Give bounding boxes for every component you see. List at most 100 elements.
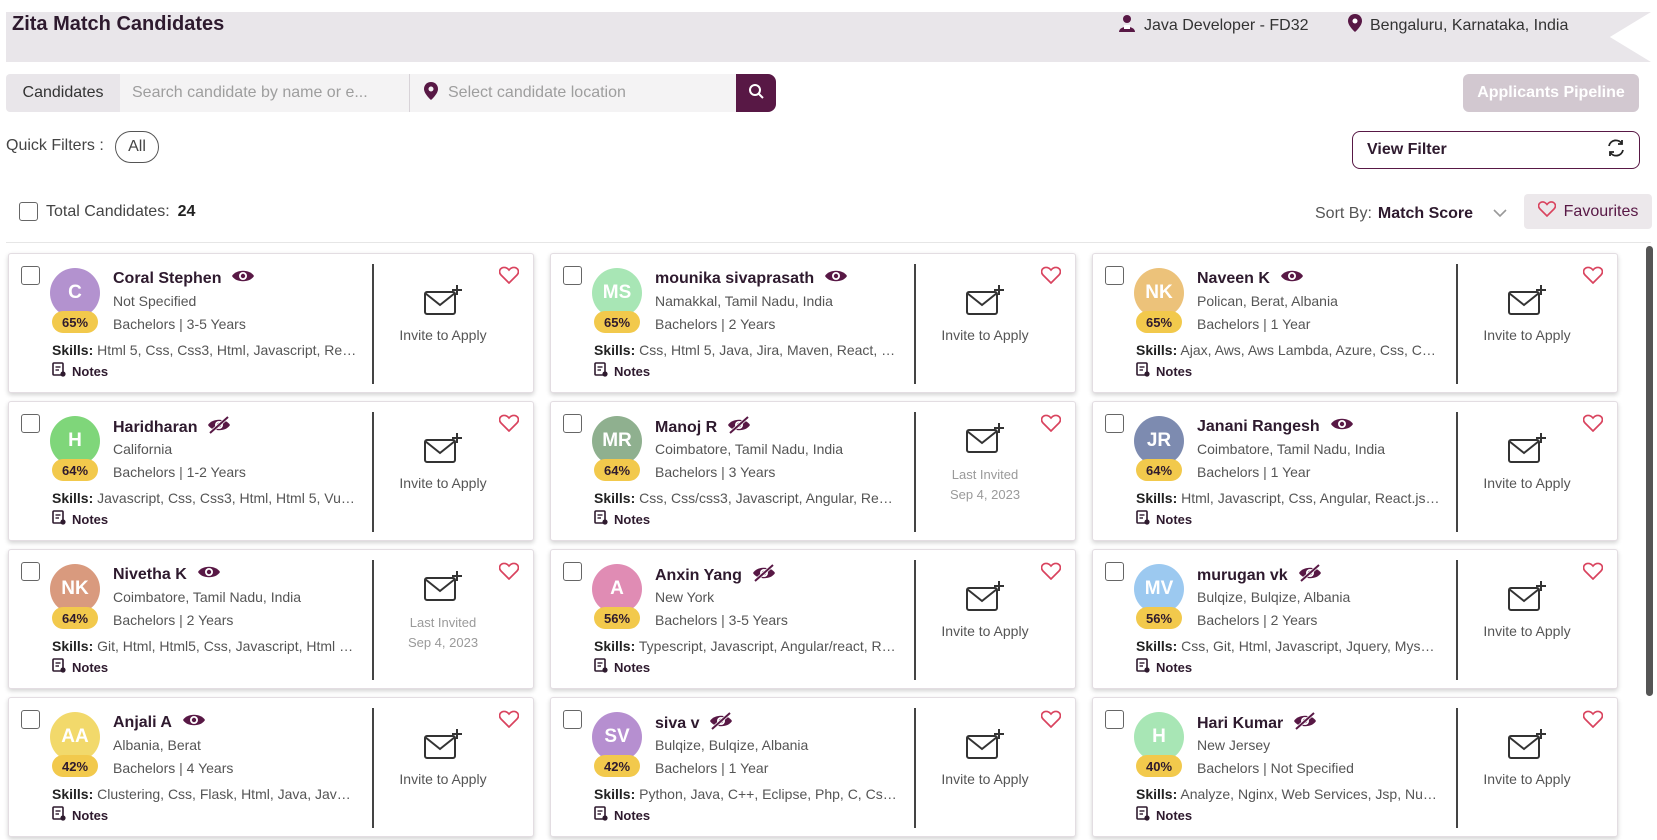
notes-label: Notes: [72, 659, 109, 675]
notes-link[interactable]: Notes: [594, 510, 650, 528]
candidate-checkbox[interactable]: [21, 266, 40, 285]
candidate-name-row: Haridharan: [113, 415, 231, 439]
favourite-heart-icon[interactable]: [1040, 414, 1062, 437]
favourite-heart-icon[interactable]: [1582, 266, 1604, 289]
candidate-checkbox[interactable]: [21, 414, 40, 433]
invite-to-apply-button[interactable]: Last Invited Sep 4, 2023: [915, 422, 1055, 505]
candidate-location: Coimbatore, Tamil Nadu, India: [113, 589, 302, 605]
chevron-down-icon: [1493, 205, 1507, 223]
notes-link[interactable]: Notes: [594, 806, 650, 824]
notes-link[interactable]: Notes: [594, 658, 650, 676]
invite-to-apply-button[interactable]: Invite to Apply: [373, 432, 513, 491]
invite-to-apply-button[interactable]: Invite to Apply: [915, 728, 1055, 787]
notes-link[interactable]: Notes: [1136, 510, 1192, 528]
scrollbar[interactable]: [1646, 246, 1653, 696]
candidate-checkbox[interactable]: [1105, 562, 1124, 581]
candidate-card[interactable]: NK 64% Nivetha K Coimbatore, Tamil Nadu, In…: [8, 549, 534, 689]
candidate-name[interactable]: murugan vk: [1197, 567, 1288, 585]
favourites-button[interactable]: Favourites: [1524, 194, 1652, 229]
candidate-card[interactable]: MV 56% murugan vk Bulqize, Bulqize, Albania…: [1092, 549, 1618, 689]
favourite-heart-icon[interactable]: [1582, 562, 1604, 585]
invite-to-apply-button[interactable]: Invite to Apply: [1457, 284, 1597, 343]
candidate-card[interactable]: H 40% Hari Kumar New Jersey Bachelors | Not …: [1092, 697, 1618, 837]
favourite-heart-icon[interactable]: [498, 562, 520, 585]
favourite-heart-icon[interactable]: [1582, 414, 1604, 437]
candidate-card[interactable]: AA 42% Anjali A Albania, Berat Bachelors | 4…: [8, 697, 534, 837]
favourite-heart-icon[interactable]: [498, 414, 520, 437]
candidate-search-input[interactable]: [120, 74, 410, 112]
notes-link[interactable]: Notes: [52, 362, 108, 380]
notes-link[interactable]: Notes: [1136, 658, 1192, 676]
eye-off-icon: [1293, 711, 1317, 735]
favourite-heart-icon[interactable]: [1040, 710, 1062, 733]
match-score-badge: 65%: [52, 311, 98, 333]
notes-label: Notes: [1156, 363, 1193, 379]
location-search-input[interactable]: [448, 84, 736, 102]
candidate-name[interactable]: Nivetha K: [113, 566, 187, 584]
candidate-checkbox[interactable]: [563, 266, 582, 285]
candidate-card[interactable]: SV 42% siva v Bulqize, Bulqize, Albania Bach…: [550, 697, 1076, 837]
candidate-checkbox[interactable]: [563, 710, 582, 729]
candidate-name[interactable]: Janani Rangesh: [1197, 418, 1320, 436]
candidate-name[interactable]: Anxin Yang: [655, 567, 742, 585]
applicants-pipeline-button[interactable]: Applicants Pipeline: [1463, 74, 1639, 112]
notes-link[interactable]: Notes: [52, 658, 108, 676]
sort-dropdown[interactable]: Sort By: Match Score: [1315, 205, 1507, 223]
invite-to-apply-button[interactable]: Last Invited Sep 4, 2023: [373, 570, 513, 653]
candidate-name[interactable]: Hari Kumar: [1197, 715, 1283, 733]
candidate-location: Coimbatore, Tamil Nadu, India: [1197, 441, 1386, 457]
notes-link[interactable]: Notes: [52, 510, 108, 528]
search-button[interactable]: [736, 74, 776, 112]
candidate-checkbox[interactable]: [563, 414, 582, 433]
invite-to-apply-button[interactable]: Invite to Apply: [1457, 728, 1597, 787]
favourite-heart-icon[interactable]: [1040, 266, 1062, 289]
candidate-checkbox[interactable]: [21, 562, 40, 581]
candidate-name[interactable]: mounika sivaprasath: [655, 270, 814, 288]
candidate-name[interactable]: siva v: [655, 715, 699, 733]
job-info: Java Developer - FD32: [1118, 14, 1309, 37]
notes-link[interactable]: Notes: [1136, 806, 1192, 824]
invite-to-apply-button[interactable]: Invite to Apply: [1457, 432, 1597, 491]
favourite-heart-icon[interactable]: [498, 710, 520, 733]
candidate-checkbox[interactable]: [1105, 266, 1124, 285]
favourite-heart-icon[interactable]: [1040, 562, 1062, 585]
candidate-name[interactable]: Anjali A: [113, 714, 172, 732]
invite-to-apply-button[interactable]: Invite to Apply: [373, 728, 513, 787]
candidate-checkbox[interactable]: [1105, 710, 1124, 729]
last-invited-info: Last Invited Sep 4, 2023: [950, 465, 1020, 505]
location-search[interactable]: [410, 74, 736, 112]
candidate-card[interactable]: MR 64% Manoj R Coimbatore, Tamil Nadu, Indi…: [550, 401, 1076, 541]
candidate-card[interactable]: H 64% Haridharan California Bachelors | 1-2 …: [8, 401, 534, 541]
candidate-skills: Skills: Css, Html 5, Java, Jira, Maven, …: [594, 342, 900, 358]
select-all-checkbox[interactable]: [19, 202, 38, 221]
candidate-card[interactable]: C 65% Coral Stephen Not Specified Bachelors …: [8, 253, 534, 393]
view-filter-button[interactable]: View Filter: [1352, 131, 1640, 169]
notes-link[interactable]: Notes: [1136, 362, 1192, 380]
invite-to-apply-button[interactable]: Invite to Apply: [915, 580, 1055, 639]
invite-to-apply-button[interactable]: Invite to Apply: [1457, 580, 1597, 639]
page-title: Zita Match Candidates: [12, 13, 225, 35]
invite-to-apply-button[interactable]: Invite to Apply: [373, 284, 513, 343]
candidate-checkbox[interactable]: [21, 710, 40, 729]
candidate-name[interactable]: Manoj R: [655, 419, 717, 437]
candidate-card[interactable]: MS 65% mounika sivaprasath Namakkal, Tamil …: [550, 253, 1076, 393]
candidate-checkbox[interactable]: [563, 562, 582, 581]
notes-link[interactable]: Notes: [594, 362, 650, 380]
candidate-name[interactable]: Coral Stephen: [113, 270, 221, 288]
quick-filter-all[interactable]: All: [115, 131, 159, 163]
invite-to-apply-button[interactable]: Invite to Apply: [915, 284, 1055, 343]
mail-plus-icon: [965, 422, 1005, 457]
avatar-initials: A: [610, 578, 624, 599]
candidate-name[interactable]: Naveen K: [1197, 270, 1270, 288]
refresh-icon[interactable]: [1605, 137, 1627, 164]
candidate-checkbox[interactable]: [1105, 414, 1124, 433]
favourite-heart-icon[interactable]: [498, 266, 520, 289]
candidate-card[interactable]: NK 65% Naveen K Polican, Berat, Albania Bach…: [1092, 253, 1618, 393]
candidate-name[interactable]: Haridharan: [113, 419, 197, 437]
notes-link[interactable]: Notes: [52, 806, 108, 824]
favourite-heart-icon[interactable]: [1582, 710, 1604, 733]
candidate-card[interactable]: JR 64% Janani Rangesh Coimbatore, Tamil Nad…: [1092, 401, 1618, 541]
invite-label: Invite to Apply: [941, 327, 1029, 343]
candidate-education: Bachelors | 1 Year: [655, 760, 769, 776]
candidate-card[interactable]: A 56% Anxin Yang New York Bachelors | 3-5 Ye…: [550, 549, 1076, 689]
